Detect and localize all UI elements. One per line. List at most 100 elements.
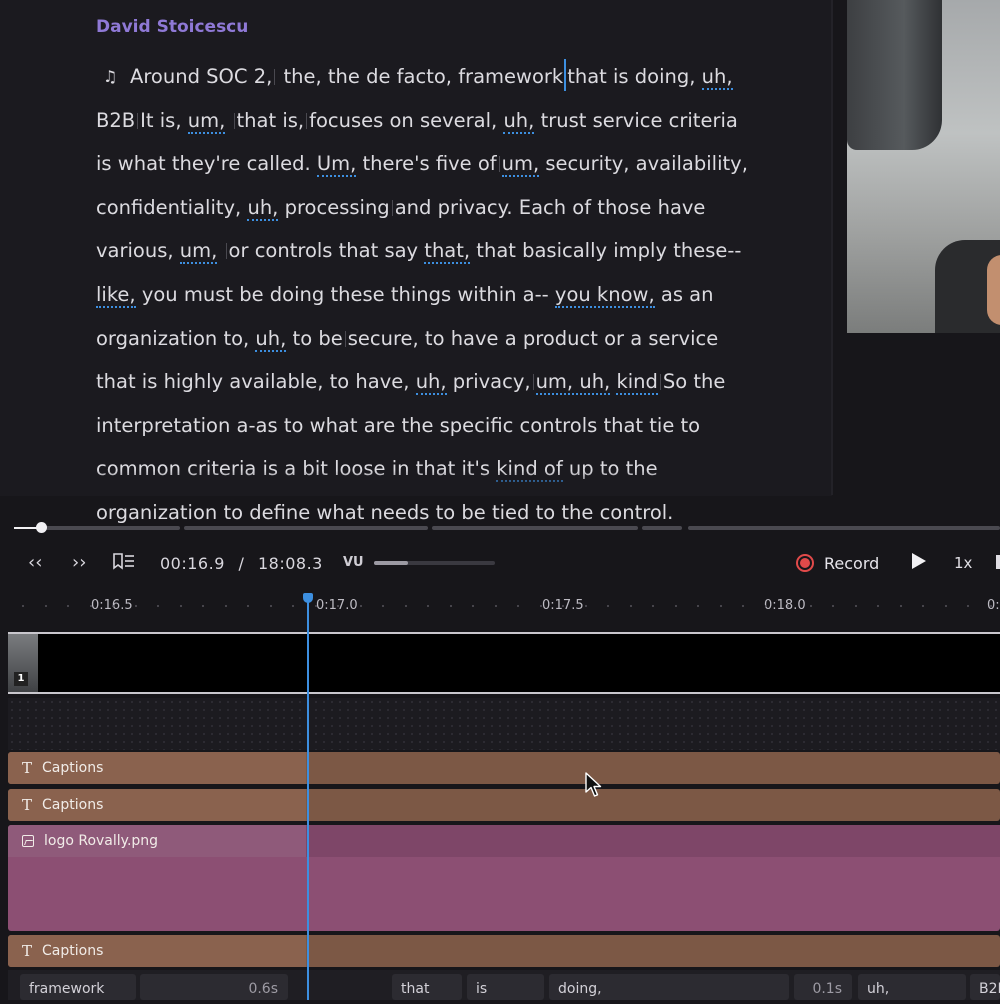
word-gap-marker[interactable] [391,199,393,216]
word-gap-marker[interactable] [659,374,661,391]
ruler-tick [629,605,632,607]
speaker-name[interactable]: David Stoicescu [96,17,248,37]
ruler-tick [494,605,497,607]
video-preview[interactable] [847,0,1000,333]
ruler-tick [112,605,114,607]
filler-word[interactable]: kind [616,370,658,396]
transcript-word[interactable]: you must be doing these things within a-… [136,283,555,306]
word-chip[interactable]: B2B [970,974,1000,1000]
transcript-word[interactable]: privacy, [447,370,531,393]
timeline-ruler[interactable]: 0:16.5 0:17.0 0:17.5 0:18.0 0: [0,590,1000,630]
record-button[interactable]: Record [796,552,879,574]
word-gap-marker[interactable] [137,112,139,129]
filler-word[interactable]: uh, [503,108,535,134]
filler-word[interactable]: Um, [316,152,357,178]
transcript-word[interactable]: that is doing, [567,65,701,88]
transcript-word[interactable]: processing [278,196,390,219]
ruler-tick [157,605,159,607]
captions-track[interactable]: T Captions [8,752,1000,784]
ruler-label: 0: [987,598,1000,613]
word-gap-marker[interactable] [344,330,346,347]
word-gap-marker[interactable] [274,69,276,85]
ruler-tick [22,605,24,607]
speed-button[interactable]: 1x [954,554,972,572]
ruler-tick [382,605,384,607]
filler-word[interactable]: that, [424,239,471,265]
record-label: Record [824,553,880,573]
empty-track-area[interactable] [8,698,1000,750]
ruler-tick [427,605,429,607]
ruler-tick [539,605,542,607]
ruler-tick [517,605,519,607]
ruler-tick [179,605,182,607]
transcript-word[interactable]: focuses on several, [309,109,503,132]
transcript-word[interactable]: Around SOC 2, [130,65,272,88]
filler-word[interactable]: um, uh, [535,370,611,396]
scrubber-progress [14,527,38,529]
filler-word[interactable]: uh, [701,65,733,90]
filler-word[interactable]: like, [96,282,136,308]
image-track-label: logo Rovally.png [22,833,158,849]
chapters-icon[interactable] [112,552,136,574]
ruler-tick [719,605,722,607]
scrubber-handle[interactable] [36,522,47,533]
word-gap-marker[interactable] [498,156,500,173]
word-chip[interactable]: that [392,974,462,1000]
transcript-word[interactable]: B2B [96,109,135,132]
transcript-word[interactable]: the, the de facto, framework [277,65,564,88]
more-controls-edge[interactable] [996,555,1000,569]
mouse-cursor-icon [585,772,602,797]
filler-word[interactable]: you know, [554,282,655,308]
panel-divider[interactable] [831,0,833,495]
word-gap-marker[interactable] [233,112,235,129]
captions-track-label: T Captions [22,759,103,777]
word-gap-marker[interactable] [532,374,534,391]
rewind-icon[interactable]: ‹‹ [28,552,42,573]
ruler-tick [202,605,204,607]
scrubber-track[interactable] [14,526,1000,530]
filler-word[interactable]: um, [501,152,540,178]
forward-icon[interactable]: ›› [72,552,86,573]
word-gap-marker[interactable] [225,243,227,260]
text-icon: T [22,942,33,960]
filler-word[interactable]: um, [179,239,218,265]
ruler-tick [449,605,452,607]
captions-track[interactable]: T Captions [8,935,1000,967]
ruler-tick [67,605,69,607]
filler-word[interactable]: uh, [415,370,447,396]
filler-word[interactable]: uh, [255,326,287,352]
scrubber-segment [44,526,180,530]
preview-curtain [847,0,942,150]
transcript-word[interactable]: that is, [237,109,305,132]
captions-track[interactable]: T Captions [8,789,1000,821]
image-track-stripe [306,825,1000,857]
ruler-tick [584,605,587,607]
transcript-word[interactable]: there's five of [356,152,497,175]
word-chip[interactable]: uh, [858,974,966,1000]
filler-word[interactable]: um, [187,108,226,134]
filler-word[interactable]: uh, [247,195,279,221]
transcript-word[interactable] [225,109,231,132]
transcript-text[interactable]: Around SOC 2, the, the de facto, framewo… [96,55,756,535]
video-track[interactable] [8,632,1000,694]
playhead-handle[interactable] [303,593,313,603]
duration-chip[interactable]: 0.6s [140,974,288,1000]
playhead[interactable] [307,600,309,1000]
ruler-label: 0:18.0 [764,598,806,613]
word-chip[interactable]: is [467,974,544,1000]
play-icon[interactable] [912,553,926,569]
transcript-word[interactable]: to be [286,327,343,350]
transcript-word[interactable]: that basically imply these-- [470,239,741,262]
word-chip[interactable]: framework [20,974,136,1000]
word-gap-marker[interactable] [306,112,308,129]
transcript-word[interactable]: It is, [140,109,188,132]
ruler-tick [742,605,744,607]
captions-track-label: T Captions [22,796,103,814]
transcript-word[interactable]: or controls that say [229,239,425,262]
duration-chip[interactable]: 0.1s [794,974,852,1000]
ruler-tick [674,605,677,607]
word-chip[interactable]: doing, [549,974,789,1000]
scrubber-segment [642,526,682,530]
ruler-tick [787,605,789,607]
transcript-word[interactable] [217,239,223,262]
